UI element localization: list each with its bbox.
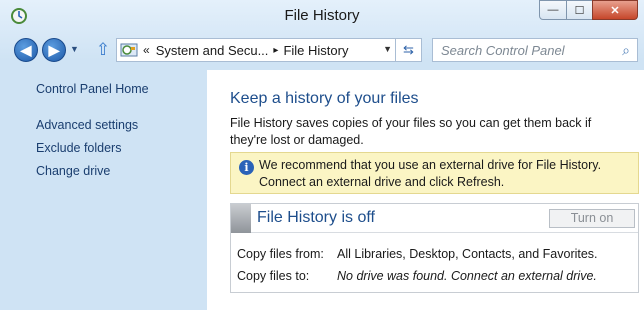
breadcrumb-separator[interactable]: ▸ xyxy=(273,45,278,56)
sidebar-item-change-drive[interactable]: Change drive xyxy=(36,164,110,178)
address-dropdown-button[interactable]: ▼ xyxy=(383,44,392,54)
address-bar[interactable]: « System and Secu... ▸ File History ▼ ⇆ xyxy=(116,38,422,62)
sidebar-item-advanced-settings[interactable]: Advanced settings xyxy=(36,118,138,132)
chevron-down-icon: ▼ xyxy=(383,44,392,54)
breadcrumb-item-file-history[interactable]: File History xyxy=(283,43,348,58)
notice-line-1: We recommend that you use an external dr… xyxy=(259,158,602,172)
turn-on-button[interactable]: Turn on xyxy=(549,209,635,228)
search-icon[interactable]: ⌕ xyxy=(622,42,630,59)
navigation-bar: ◀ ▶ ▼ ⇧ « System and Secu... ▸ File Hist… xyxy=(0,34,644,64)
copy-to-value: No drive was found. Connect an external … xyxy=(337,269,597,283)
page-description: File History saves copies of your files … xyxy=(230,116,592,147)
info-icon: i xyxy=(239,160,254,175)
search-placeholder: Search Control Panel xyxy=(441,43,565,58)
refresh-icon: ⇆ xyxy=(403,42,414,57)
sidebar: Control Panel Home Advanced settings Exc… xyxy=(0,68,206,310)
status-title: File History is off xyxy=(257,209,375,226)
copy-from-label: Copy files from: xyxy=(237,247,324,261)
title-bar: File History — ☐ ✕ xyxy=(0,0,644,32)
search-input[interactable]: Search Control Panel ⌕ xyxy=(432,38,638,62)
forward-button[interactable]: ▶ xyxy=(42,38,66,62)
sidebar-item-control-panel-home[interactable]: Control Panel Home xyxy=(36,82,149,96)
copy-to-label: Copy files to: xyxy=(237,269,310,283)
control-panel-icon xyxy=(120,43,138,57)
back-arrow-icon: ◀ xyxy=(20,41,32,58)
breadcrumb-overflow[interactable]: « xyxy=(143,43,150,57)
forward-arrow-icon: ▶ xyxy=(48,41,60,58)
status-panel: File History is off Turn on Copy files f… xyxy=(230,203,639,293)
page-title: Keep a history of your files xyxy=(230,90,419,107)
breadcrumb-item-system[interactable]: System and Secu... xyxy=(156,43,269,58)
maximize-button[interactable]: ☐ xyxy=(566,0,593,20)
main-content: Keep a history of your files File Histor… xyxy=(207,70,644,310)
copy-from-value: All Libraries, Desktop, Contacts, and Fa… xyxy=(337,247,598,261)
refresh-button[interactable]: ⇆ xyxy=(395,39,421,61)
up-arrow-icon: ⇧ xyxy=(95,40,111,59)
recent-locations-button[interactable]: ▼ xyxy=(70,44,80,54)
status-indicator xyxy=(231,204,251,233)
up-button[interactable]: ⇧ xyxy=(94,40,112,60)
minimize-button[interactable]: — xyxy=(539,0,567,20)
back-button[interactable]: ◀ xyxy=(14,38,38,62)
close-button[interactable]: ✕ xyxy=(592,0,638,20)
notice-line-2: Connect an external drive and click Refr… xyxy=(259,175,505,189)
file-history-window: File History — ☐ ✕ ◀ ▶ ▼ ⇧ « System and … xyxy=(0,0,644,310)
chevron-down-icon: ▼ xyxy=(70,44,79,54)
sidebar-item-exclude-folders[interactable]: Exclude folders xyxy=(36,141,121,155)
recommendation-notice: i We recommend that you use an external … xyxy=(230,152,639,194)
status-header: File History is off Turn on xyxy=(231,204,638,233)
